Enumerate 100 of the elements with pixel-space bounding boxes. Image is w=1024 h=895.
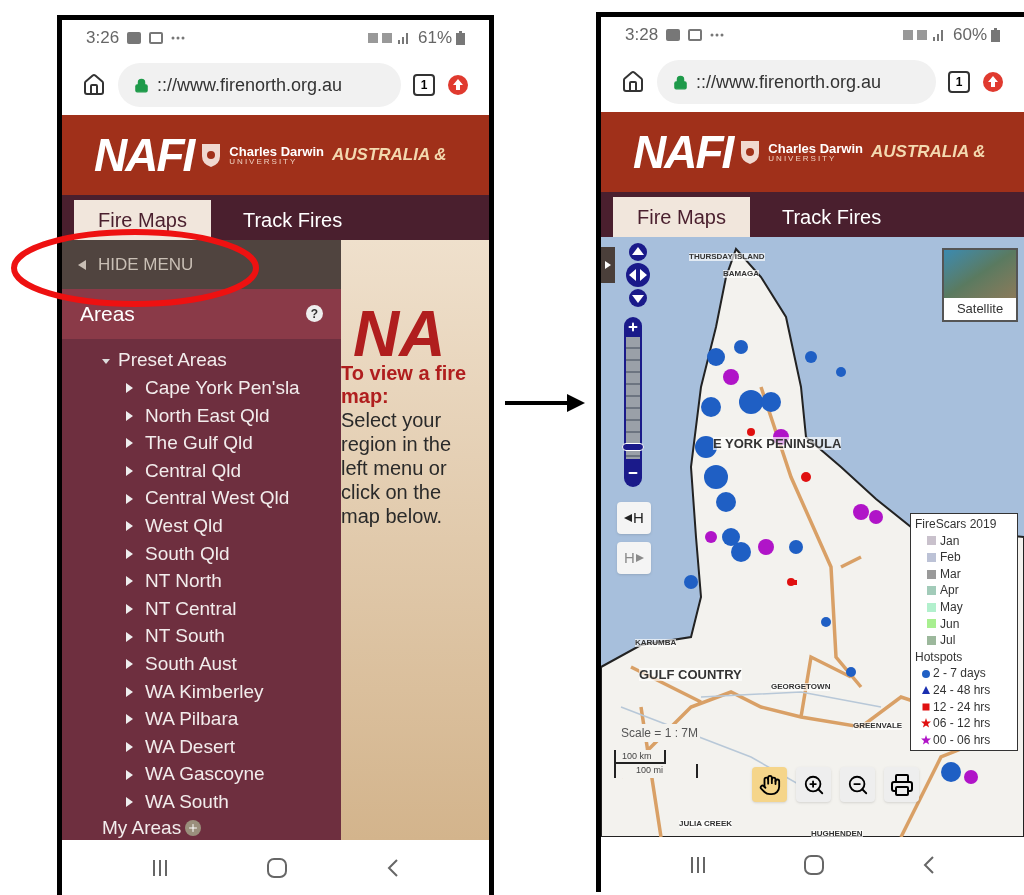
nav-tab[interactable]: Fire Maps [613,197,750,237]
url-field[interactable]: :://www.firenorth.org.au [118,63,401,107]
arrow-right-icon [635,554,644,562]
zoom-slider-thumb[interactable] [622,442,644,451]
map-tool-button[interactable] [752,767,787,802]
zoom-out-button[interactable] [624,459,642,487]
help-icon[interactable]: ? [306,305,323,323]
caret-right-icon [126,410,133,421]
back-icon[interactable] [387,857,400,878]
home-icon[interactable] [621,70,645,94]
tree-item[interactable]: WA Kimberley [102,678,341,706]
nav-tab[interactable]: Track Fires [773,197,890,237]
history-back-button[interactable]: H [617,502,651,534]
battery-percent: 60% [952,23,987,46]
hotspot-dot [941,762,961,782]
tree-item[interactable]: South Aust [102,650,341,679]
caret-down-icon [102,356,110,365]
legend-label: Jun [940,615,960,633]
scale-bar: 100 km 100 mi [614,750,698,778]
tree-item[interactable]: Central West Qld [102,484,341,513]
site-logo: NAFI [633,129,733,175]
legend-label: Apr [940,582,959,599]
battery-icon [456,30,465,45]
hotspot-dot [739,390,763,414]
hotspot-dot [761,392,781,412]
zoom-in-button[interactable] [624,317,642,337]
tree-item[interactable]: NT Central [102,595,341,623]
home-icon[interactable] [804,854,825,875]
hotspot-dot [707,348,725,366]
caret-right-icon [126,714,133,725]
tree-item[interactable]: South Qld [102,540,341,568]
tree-item[interactable]: Central Qld [102,457,341,485]
zoom-slider[interactable] [624,337,642,459]
hotspot-dot [801,472,811,482]
url-field[interactable]: :://www.firenorth.org.au [657,60,936,104]
zoom-out-icon [846,773,869,796]
legend-title: FireScars 2019 [915,516,998,533]
header-tagline: AUSTRALIA & [871,141,986,164]
hotspot-dot [789,540,803,554]
areas-title: Areas [80,301,135,328]
tree-item[interactable]: West Qld [102,512,341,541]
app-badge-icon[interactable] [447,74,469,96]
map-label: E YORK PENINSULA [713,437,842,450]
home-icon[interactable] [82,73,106,97]
status-time: 3:26 [86,26,120,49]
tree-item[interactable]: NT South [102,622,341,651]
map-scale: Scale = 1 : 7M [619,724,701,742]
battery-icon [991,27,1000,42]
caret-right-icon [126,576,133,587]
hotspot-dot [734,340,748,354]
caret-right-icon [126,604,133,615]
university-name: Charles Darwin [768,141,863,155]
hotspot-dot [701,397,721,417]
recent-apps-icon[interactable] [151,858,168,877]
tree-item[interactable]: WA Pilbara [102,705,341,734]
content-heading: To view a fire map: [341,362,468,408]
tree-item[interactable]: North East Qld [102,402,341,430]
caret-right-icon [126,631,133,642]
add-icon[interactable] [185,820,202,836]
tree-item[interactable]: WA South [102,788,341,816]
map-label: GEORGETOWN [771,683,831,691]
tree-item[interactable]: The Gulf Qld [102,429,341,458]
my-areas-label[interactable]: My Areas [102,816,182,840]
tree-item[interactable]: NT North [102,567,341,596]
hotspot-dot [869,510,883,524]
lock-icon [673,74,688,90]
tree-item[interactable]: WA Desert [102,733,341,761]
back-icon[interactable] [922,854,935,875]
map-label: KARUMBA [635,639,677,647]
hand-icon [758,773,781,796]
nav-tab[interactable]: Track Fires [234,200,351,240]
tree-item[interactable]: Cape York Pen'sla [102,374,341,403]
map-label: GREENVALE [853,722,903,730]
map-label: GULF COUNTRY [639,668,742,681]
legend-subtitle: Hotspots [915,648,964,666]
caret-right-icon [126,383,133,394]
header-tagline: AUSTRALIA & [332,144,447,167]
app-badge-icon[interactable] [982,71,1004,93]
hotspot-dot [723,369,739,385]
hotspot-dot [758,539,774,555]
hotspot-dot [853,504,869,520]
caret-right-icon [126,742,133,752]
show-menu-tab[interactable] [601,247,615,283]
legend-label: 2 - 7 days [933,665,986,682]
recent-apps-icon[interactable] [690,855,707,874]
tab-count-button[interactable]: 1 [413,74,435,96]
home-icon[interactable] [267,857,288,878]
battery-percent: 61% [417,26,452,49]
caret-right-icon [605,261,611,269]
hotspot-dot [716,492,736,512]
hide-menu-button[interactable]: HIDE MENU [62,240,341,290]
shield-icon [740,139,761,165]
tab-count-button[interactable]: 1 [948,71,970,93]
caret-right-icon [126,686,133,697]
map-tool-button[interactable] [796,767,831,802]
map-tool-button[interactable] [884,767,919,802]
tree-item[interactable]: WA Gascoyne [102,760,341,789]
satellite-button[interactable]: Satellite [942,248,1018,322]
map-tool-button[interactable] [840,767,875,802]
tree-node[interactable]: Preset Areas [102,346,341,375]
